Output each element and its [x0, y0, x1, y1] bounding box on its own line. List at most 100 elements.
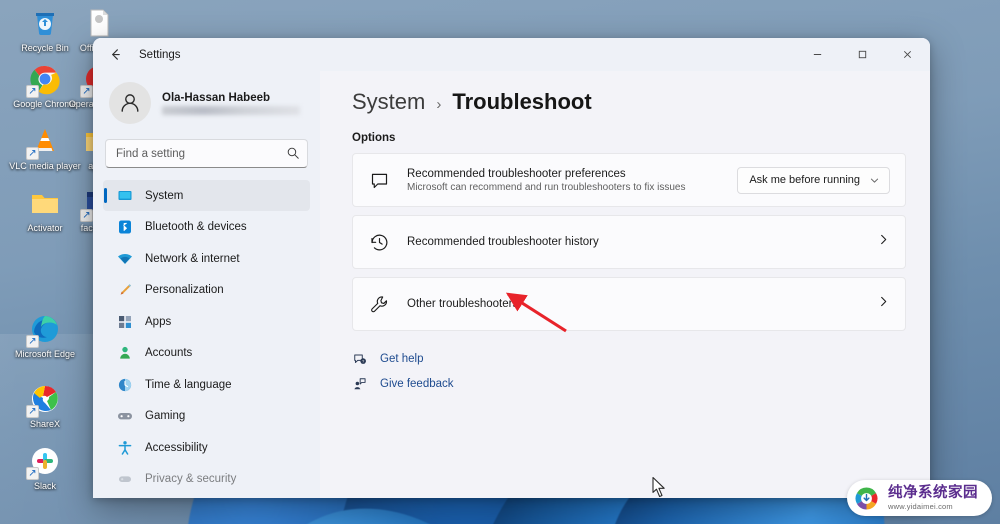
- watermark-title: 纯净系统家园: [888, 485, 978, 501]
- document-icon: [82, 6, 116, 40]
- settings-window: Settings Ola-Hassan Habeeb Find a settin…: [93, 38, 930, 498]
- history-clock-icon: [369, 232, 395, 253]
- help-links: ? Get help Give feedback: [352, 346, 906, 396]
- avatar: [109, 82, 151, 124]
- chevron-right-icon[interactable]: [877, 233, 890, 251]
- folder-icon: [28, 186, 62, 220]
- desktop-icon-label: Microsoft Edge: [14, 349, 76, 359]
- card-other-troubleshooters[interactable]: Other troubleshooters: [352, 277, 906, 331]
- shortcut-badge-icon: ↗: [26, 85, 39, 98]
- edge-icon: ↗: [26, 312, 62, 348]
- watermark-url: www.yidaimei.com: [888, 501, 953, 511]
- person-avatar-icon: [121, 94, 139, 112]
- breadcrumb: System › Troubleshoot: [352, 89, 906, 115]
- window-title: Settings: [139, 48, 181, 61]
- desktop-icon-microsoft-edge[interactable]: ↗ Microsoft Edge: [8, 312, 82, 360]
- breadcrumb-separator: ›: [436, 96, 442, 113]
- sidebar-item-apps[interactable]: Apps: [103, 306, 310, 337]
- maximize-button[interactable]: [840, 38, 885, 71]
- chevron-down-icon: [870, 178, 879, 183]
- shortcut-badge-icon: ↗: [26, 467, 39, 480]
- monitor-icon: [117, 188, 133, 204]
- account-name: Ola-Hassan Habeeb: [162, 91, 271, 104]
- search-box[interactable]: [105, 139, 308, 168]
- sidebar-item-label: Personalization: [145, 284, 224, 296]
- apps-grid-icon: [117, 314, 133, 330]
- sidebar-item-accessibility[interactable]: Accessibility: [103, 432, 310, 463]
- help-question-icon: ?: [352, 352, 368, 366]
- settings-content: System › Troubleshoot Options Recommende…: [320, 71, 930, 498]
- shortcut-badge-icon: ↗: [80, 85, 93, 98]
- close-button[interactable]: [885, 38, 930, 71]
- dropdown-value: Ask me before running: [749, 174, 860, 186]
- recycle-bin-icon: [28, 6, 62, 40]
- sidebar-item-label: Accounts: [145, 347, 193, 359]
- shortcut-badge-icon: ↗: [26, 147, 39, 160]
- back-button[interactable]: [99, 40, 131, 70]
- desktop-icon-label: ShareX: [29, 419, 61, 429]
- vlc-icon: ↗: [26, 124, 62, 160]
- link-label: Get help: [380, 352, 424, 365]
- back-arrow-icon: [111, 49, 120, 60]
- sidebar-item-privacy-security[interactable]: Privacy & security: [103, 464, 310, 495]
- account-section[interactable]: Ola-Hassan Habeeb: [103, 71, 310, 137]
- card-title: Recommended troubleshooter history: [407, 236, 599, 248]
- sidebar-item-label: Accessibility: [145, 441, 208, 454]
- sidebar-item-label: Privacy & security: [145, 473, 237, 485]
- desktop: Recycle Bin Office 2... ↗ Google Chrome: [0, 0, 1000, 524]
- card-recommended-troubleshooter-preferences[interactable]: Recommended troubleshooter preferences M…: [352, 153, 906, 207]
- sidebar-item-label: Time & language: [145, 378, 232, 391]
- sidebar-item-system[interactable]: System: [103, 180, 310, 211]
- section-label-options: Options: [352, 132, 396, 144]
- link-label: Give feedback: [380, 377, 454, 390]
- gamepad-icon: [117, 408, 133, 424]
- shortcut-badge-icon: ↗: [26, 405, 39, 418]
- person-icon: [117, 345, 133, 361]
- shortcut-badge-icon: ↗: [26, 335, 39, 348]
- desktop-icon-sharex[interactable]: ↗ ShareX: [8, 382, 82, 430]
- sidebar-item-time-language[interactable]: Time & language: [103, 369, 310, 400]
- troubleshooter-preference-dropdown[interactable]: Ask me before running: [737, 166, 890, 194]
- minimize-button[interactable]: [795, 38, 840, 71]
- breadcrumb-parent[interactable]: System: [352, 89, 425, 115]
- maximize-icon: [858, 50, 867, 59]
- account-email-redacted: [162, 105, 300, 115]
- close-icon: [903, 50, 912, 59]
- card-title: Recommended troubleshooter preferences: [407, 167, 626, 180]
- minimize-icon: [813, 54, 822, 55]
- bluetooth-icon: [117, 219, 133, 235]
- sidebar-nav: System Bluetooth & devices Network & int…: [103, 180, 310, 495]
- link-give-feedback[interactable]: Give feedback: [352, 371, 906, 396]
- sidebar-item-personalization[interactable]: Personalization: [103, 275, 310, 306]
- watermark-logo-icon: [853, 485, 880, 511]
- link-get-help[interactable]: ? Get help: [352, 346, 906, 371]
- clock-globe-icon: [117, 377, 133, 393]
- window-titlebar: Settings: [93, 38, 930, 71]
- sidebar-item-bluetooth-devices[interactable]: Bluetooth & devices: [103, 212, 310, 243]
- chevron-right-icon[interactable]: [877, 295, 890, 313]
- watermark: 纯净系统家园 www.yidaimei.com: [847, 480, 992, 516]
- desktop-icon-label: Slack: [33, 481, 56, 491]
- card-recommended-troubleshooter-history[interactable]: Recommended troubleshooter history: [352, 215, 906, 269]
- sharex-icon: ↗: [26, 382, 62, 418]
- chrome-icon: ↗: [26, 62, 62, 98]
- sidebar-item-accounts[interactable]: Accounts: [103, 338, 310, 369]
- shortcut-badge-icon: ↗: [80, 209, 93, 222]
- sidebar-item-network-internet[interactable]: Network & internet: [103, 243, 310, 274]
- sidebar-item-gaming[interactable]: Gaming: [103, 401, 310, 432]
- sidebar-item-label: Gaming: [145, 410, 186, 422]
- accessibility-icon: [117, 440, 133, 456]
- desktop-icon-slack[interactable]: ↗ Slack: [8, 444, 82, 492]
- card-subtitle: Microsoft can recommend and run troubles…: [407, 181, 686, 193]
- search-input[interactable]: [105, 139, 308, 168]
- settings-sidebar: Ola-Hassan Habeeb Find a setting System …: [93, 71, 320, 498]
- paintbrush-icon: [117, 282, 133, 298]
- shield-lock-icon: [117, 471, 133, 487]
- wrench-icon: [369, 294, 395, 315]
- slack-icon: ↗: [26, 444, 62, 480]
- sidebar-item-label: Network & internet: [145, 252, 240, 265]
- window-controls: [795, 38, 930, 71]
- feedback-icon: [352, 377, 368, 391]
- chat-bubble-icon: [369, 170, 395, 191]
- sidebar-item-label: Apps: [145, 315, 172, 328]
